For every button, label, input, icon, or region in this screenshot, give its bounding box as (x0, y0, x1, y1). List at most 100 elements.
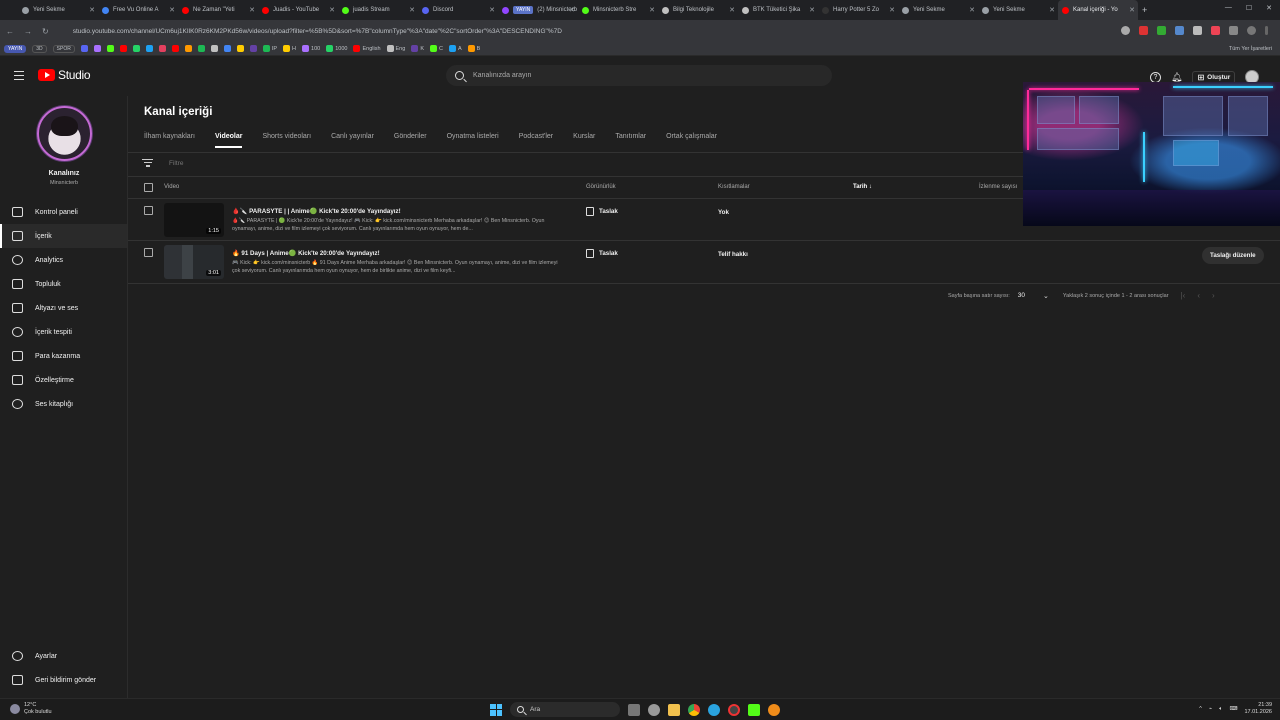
tab-6[interactable]: Podcast'ler (519, 133, 553, 148)
tab-9[interactable]: Ortak çalışmalar (666, 133, 717, 148)
bookmark-site-icon[interactable] (158, 45, 166, 52)
browser-tab[interactable]: Discord ✕ (418, 0, 498, 20)
bookmark-item[interactable]: K (411, 45, 424, 52)
browser-tab[interactable]: Yeni Sekme ✕ (18, 0, 98, 20)
tab-close-icon[interactable]: ✕ (89, 6, 95, 14)
bookmark-folder[interactable]: 3D (32, 44, 47, 53)
hamburger-menu-icon[interactable] (14, 71, 24, 82)
sidebar-item-customization[interactable]: Özelleştirme (0, 368, 127, 392)
tab-close-icon[interactable]: ✕ (329, 6, 335, 14)
browser-tab[interactable]: Free Vu Online A ✕ (98, 0, 178, 20)
bookmark-site-icon[interactable] (80, 45, 88, 52)
extension-icon[interactable] (1139, 26, 1148, 35)
extensions-puzzle-icon[interactable] (1229, 26, 1238, 35)
bookmark-item[interactable]: Eng (386, 45, 405, 52)
column-views[interactable]: İzlenme sayısı (979, 184, 1017, 190)
tab-close-icon[interactable]: ✕ (889, 6, 895, 14)
column-visibility[interactable]: Görünürlük (586, 184, 616, 190)
menu-icon[interactable] (1265, 26, 1268, 35)
reload-icon[interactable]: ↻ (42, 27, 49, 36)
browser-tab[interactable]: YAYIN (2) Minsnicterb ✕ (498, 0, 578, 20)
visibility-cell[interactable]: Taslak (586, 249, 618, 258)
bookmark-site-icon[interactable] (119, 45, 127, 52)
tab-3[interactable]: Canlı yayınlar (331, 133, 374, 148)
sidebar-item-monetization[interactable]: Para kazanma (0, 344, 127, 368)
settings-gear-icon[interactable] (648, 703, 660, 716)
channel-search-input[interactable]: Kanalınızda arayın (446, 65, 832, 86)
bookmark-item[interactable]: C (429, 45, 443, 52)
bookmark-item[interactable]: English (353, 45, 381, 52)
select-all-checkbox[interactable] (144, 183, 153, 192)
bookmark-item[interactable]: 100 (302, 45, 320, 52)
bookmark-site-icon[interactable] (171, 45, 179, 52)
extension-icon[interactable] (1211, 26, 1220, 35)
tab-close-icon[interactable]: ✕ (729, 6, 735, 14)
tab-1[interactable]: Videolar (214, 133, 243, 148)
browser-tab[interactable]: Minsnicterb Stre ✕ (578, 0, 658, 20)
network-icon[interactable]: ⌁ (1209, 706, 1212, 712)
recorder-icon[interactable] (728, 703, 740, 716)
bookmark-folder[interactable]: SPOR (52, 44, 75, 53)
new-tab-icon[interactable]: + (1142, 5, 1147, 15)
windows-start-icon[interactable] (490, 703, 502, 716)
all-bookmarks-link[interactable]: Tüm Yer İşaretleri (1229, 46, 1272, 52)
edit-draft-button[interactable]: Taslağı düzenle (1202, 247, 1264, 264)
extension-icon[interactable] (1157, 26, 1166, 35)
tab-8[interactable]: Tanıtımlar (615, 133, 646, 148)
sidebar-item-analytics[interactable]: Analytics (0, 248, 127, 272)
close-window-icon[interactable]: ✕ (1266, 4, 1272, 12)
tab-close-icon[interactable]: ✕ (1129, 6, 1135, 14)
sidebar-item-dashboard[interactable]: Kontrol paneli (0, 200, 127, 224)
sidebar-item-subtitles[interactable]: Altyazı ve ses (0, 296, 127, 320)
bookmark-site-icon[interactable] (223, 45, 231, 52)
filter-bar[interactable]: Filtre (142, 159, 183, 169)
sidebar-item-community[interactable]: Topluluk (0, 272, 127, 296)
keyboard-icon[interactable]: ⌨︎ (1230, 706, 1238, 712)
browser-tab[interactable]: Harry Potter 5 Zo ✕ (818, 0, 898, 20)
help-icon[interactable]: ? (1150, 71, 1161, 83)
bookmark-site-icon[interactable] (249, 45, 257, 52)
chevron-down-icon[interactable]: ⌄ (1043, 292, 1049, 300)
column-restrictions[interactable]: Kısıtlamalar (718, 184, 750, 190)
tab-0[interactable]: İlham kaynakları (144, 133, 195, 148)
bookmark-item[interactable]: A (448, 45, 462, 52)
tab-close-icon[interactable]: ✕ (409, 6, 415, 14)
bookmark-folder[interactable]: YAYIN (4, 44, 27, 53)
filter-icon[interactable] (142, 159, 153, 169)
chevron-up-icon[interactable]: ^ (1199, 706, 1202, 712)
browser-tab[interactable]: Yeni Sekme ✕ (978, 0, 1058, 20)
video-title[interactable]: 🔥 91 Days | Anime🟢 Kick'te 20:00'de Yayı… (232, 249, 380, 257)
bookmark-item[interactable]: H (283, 45, 296, 52)
sidebar-item-feedback[interactable]: Geri bildirim gönder (0, 668, 127, 692)
forward-icon[interactable]: → (24, 27, 32, 36)
visibility-cell[interactable]: Taslak (586, 207, 618, 216)
telegram-icon[interactable] (708, 703, 720, 716)
sidebar-item-audio-library[interactable]: Ses kitaplığı (0, 392, 127, 416)
first-page-icon[interactable]: |‹ (1181, 291, 1186, 300)
bookmark-site-icon[interactable] (210, 45, 218, 52)
bookmark-site-icon[interactable] (184, 45, 192, 52)
bookmark-site-icon[interactable] (236, 45, 244, 52)
tab-close-icon[interactable]: ✕ (249, 6, 255, 14)
bookmark-site-icon[interactable] (93, 45, 101, 52)
tab-close-icon[interactable]: ✕ (1049, 6, 1055, 14)
tab-close-icon[interactable]: ✕ (809, 6, 815, 14)
browser-tab[interactable]: Kanal içeriği - Yo ✕ (1058, 0, 1138, 20)
row-checkbox[interactable] (144, 206, 153, 215)
browser-tab[interactable]: Juadis - YouTube ✕ (258, 0, 338, 20)
row-checkbox[interactable] (144, 248, 153, 257)
prev-page-icon[interactable]: ‹ (1197, 291, 1200, 300)
browser-tab[interactable]: juadis Stream ✕ (338, 0, 418, 20)
rows-per-page-select[interactable]: 30 (1018, 292, 1025, 299)
bookmark-site-icon[interactable] (145, 45, 153, 52)
clock[interactable]: 21:39 17.01.2026 (1244, 702, 1272, 716)
tab-close-icon[interactable]: ✕ (169, 6, 175, 14)
sidebar-item-content[interactable]: İçerik (0, 224, 127, 248)
url-field[interactable]: studio.youtube.com/channel/UCm6uj1KIlK0R… (73, 28, 1073, 35)
tab-close-icon[interactable]: ✕ (489, 6, 495, 14)
bookmark-item[interactable]: IP (262, 45, 277, 52)
profile-icon[interactable] (1247, 26, 1256, 35)
weather-widget[interactable]: 12°C Çok bulutlu (10, 702, 52, 716)
taskbar-search[interactable]: Ara (510, 702, 620, 717)
video-title[interactable]: 🩸🔪 PARASYTE | | Anime🟢 Kick'te 20:00'de … (232, 207, 401, 215)
